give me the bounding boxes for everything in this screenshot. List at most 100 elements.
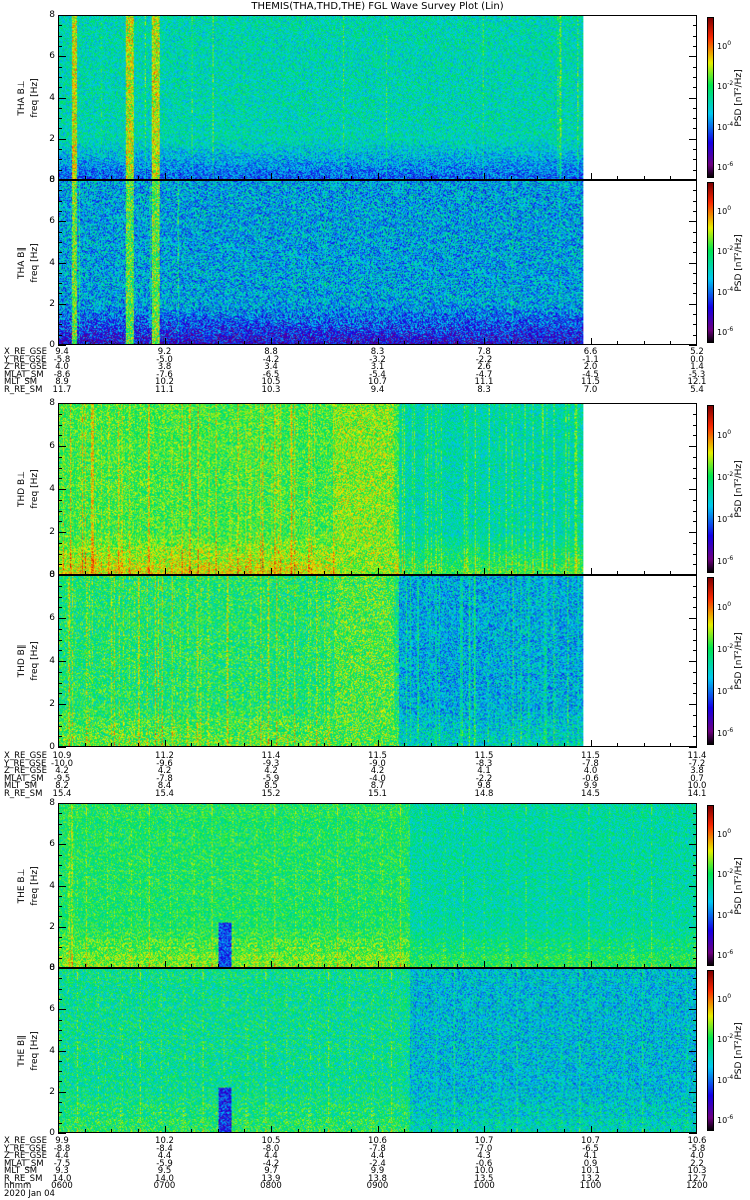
y-tick-label: 2 (49, 699, 55, 709)
colorbar-tick-exponent: 0 (727, 40, 732, 48)
y-tick (58, 906, 62, 908)
x-tick (297, 341, 299, 345)
y-tick (58, 200, 62, 202)
y-tick-right (693, 66, 697, 68)
y-tick-right (689, 661, 697, 662)
y-tick (58, 190, 62, 192)
y-tick-right (693, 25, 697, 27)
x-tick (164, 173, 166, 180)
y-tick-right (689, 968, 697, 969)
y-tick-right (689, 926, 697, 928)
y-tick-right (689, 97, 697, 99)
y-tick (58, 607, 62, 609)
y-tick-right (693, 1122, 697, 1124)
x-tick (590, 338, 592, 345)
colorbar-tick-exponent: 0 (727, 601, 732, 609)
colorbar-tick-exponent: -4 (727, 685, 734, 693)
y-tick (58, 532, 66, 533)
y-tick-right (693, 283, 697, 285)
y-tick (58, 446, 66, 447)
y-tick-right (693, 200, 697, 202)
y-tick (58, 957, 62, 959)
colorbar-tick-label: 100 (717, 993, 732, 1005)
spectrogram-0 (58, 15, 697, 180)
y-tick-label: 8 (49, 963, 55, 973)
x-tick (537, 743, 539, 747)
y-tick-right (689, 221, 697, 223)
y-tick (58, 650, 62, 652)
y-tick-right (693, 895, 697, 897)
y-tick-right (689, 446, 697, 447)
y-tick (58, 988, 62, 990)
y-tick-right (693, 293, 697, 295)
ephemeris-value: 15.4 (155, 788, 174, 799)
y-tick-right (693, 596, 697, 598)
ephemeris-value: 0800 (260, 1181, 282, 1191)
x-tick (271, 568, 272, 575)
panel-label: THA B∥ (17, 246, 27, 279)
y-tick (58, 231, 62, 233)
y-tick (58, 937, 62, 939)
y-tick (58, 1133, 66, 1134)
y-tick-label: 6 (49, 441, 55, 451)
y-tick-right (693, 957, 697, 959)
x-tick (350, 341, 352, 345)
x-tick (643, 341, 645, 345)
y-tick (58, 1009, 66, 1011)
y-tick (58, 252, 62, 254)
x-tick (457, 341, 459, 345)
colorbar-label: PSD [nT²/Hz] (734, 233, 744, 292)
y-tick-right (693, 424, 697, 426)
y-tick (58, 303, 66, 305)
x-tick (377, 338, 379, 345)
y-tick-right (693, 833, 697, 835)
y-tick-right (693, 916, 697, 918)
y-tick-right (693, 542, 697, 544)
x-tick (84, 341, 86, 345)
y-tick-right (693, 585, 697, 587)
colorbar-tick-exponent: -6 (727, 948, 734, 956)
y-tick-right (693, 854, 697, 856)
x-tick (563, 1129, 565, 1133)
y-tick (58, 926, 66, 928)
y-tick-right (693, 435, 697, 437)
y-tick (58, 272, 62, 274)
colorbar-tick-label: 10-4 (717, 120, 734, 132)
x-tick (244, 743, 246, 747)
spectrogram-5 (58, 968, 697, 1133)
y-tick (58, 324, 62, 326)
y-tick (58, 978, 62, 980)
colorbar-tick-exponent: -2 (727, 245, 734, 253)
x-tick (670, 341, 672, 345)
y-tick (58, 510, 62, 512)
y-tick-right (693, 1112, 697, 1114)
y-tick (58, 435, 62, 437)
x-tick (217, 1129, 219, 1133)
ephemeris-row-label: R_RE_SM (4, 384, 43, 395)
x-tick (457, 1129, 459, 1133)
y-tick (58, 107, 62, 109)
y-tick-label: 8 (49, 398, 55, 408)
colorbar-tick-exponent: -2 (727, 643, 734, 651)
y-tick-label: 4 (49, 656, 55, 666)
y-tick (58, 56, 66, 58)
colorbar (707, 182, 714, 343)
y-tick (58, 293, 62, 295)
x-tick (137, 1129, 139, 1133)
spectrogram-4 (58, 803, 697, 968)
colorbar (707, 577, 714, 745)
x-tick (537, 1129, 539, 1133)
x-tick (510, 743, 512, 747)
colorbar-label: PSD [nT²/Hz] (734, 1021, 744, 1080)
y-tick (58, 693, 62, 695)
ephemeris-value: 14.5 (581, 788, 600, 799)
y-axis-label: freq [Hz] (30, 1030, 40, 1071)
y-tick-right (693, 45, 697, 47)
ephemeris-value: 11.1 (155, 384, 174, 395)
y-tick-right (689, 747, 697, 748)
x-tick (430, 341, 432, 345)
y-tick-right (689, 618, 697, 619)
y-tick-right (693, 714, 697, 716)
colorbar-tick-label: 10-4 (717, 685, 734, 697)
y-tick (58, 803, 66, 804)
